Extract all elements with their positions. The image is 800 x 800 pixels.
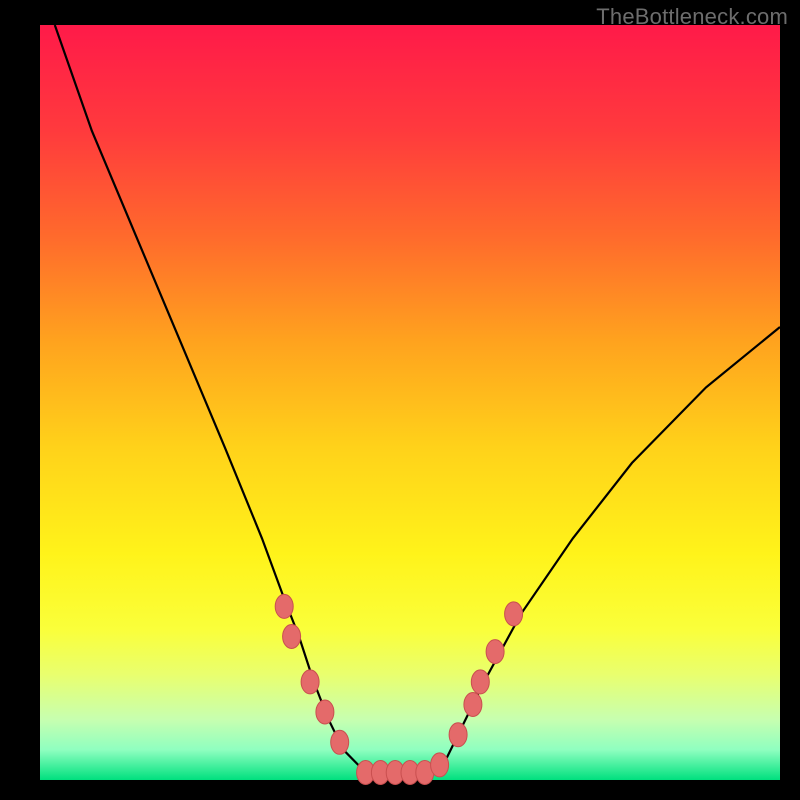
chart-frame: TheBottleneck.com bbox=[0, 0, 800, 800]
data-marker bbox=[331, 730, 349, 754]
plot-area bbox=[40, 25, 780, 780]
data-marker bbox=[471, 670, 489, 694]
marker-group bbox=[275, 594, 522, 784]
watermark-text: TheBottleneck.com bbox=[596, 4, 788, 30]
data-marker bbox=[283, 625, 301, 649]
chart-svg bbox=[40, 25, 780, 780]
data-marker bbox=[464, 693, 482, 717]
data-marker bbox=[316, 700, 334, 724]
data-marker bbox=[431, 753, 449, 777]
data-marker bbox=[449, 723, 467, 747]
data-marker bbox=[486, 640, 504, 664]
data-marker bbox=[301, 670, 319, 694]
data-marker bbox=[275, 594, 293, 618]
bottleneck-curve bbox=[55, 25, 780, 780]
data-marker bbox=[505, 602, 523, 626]
